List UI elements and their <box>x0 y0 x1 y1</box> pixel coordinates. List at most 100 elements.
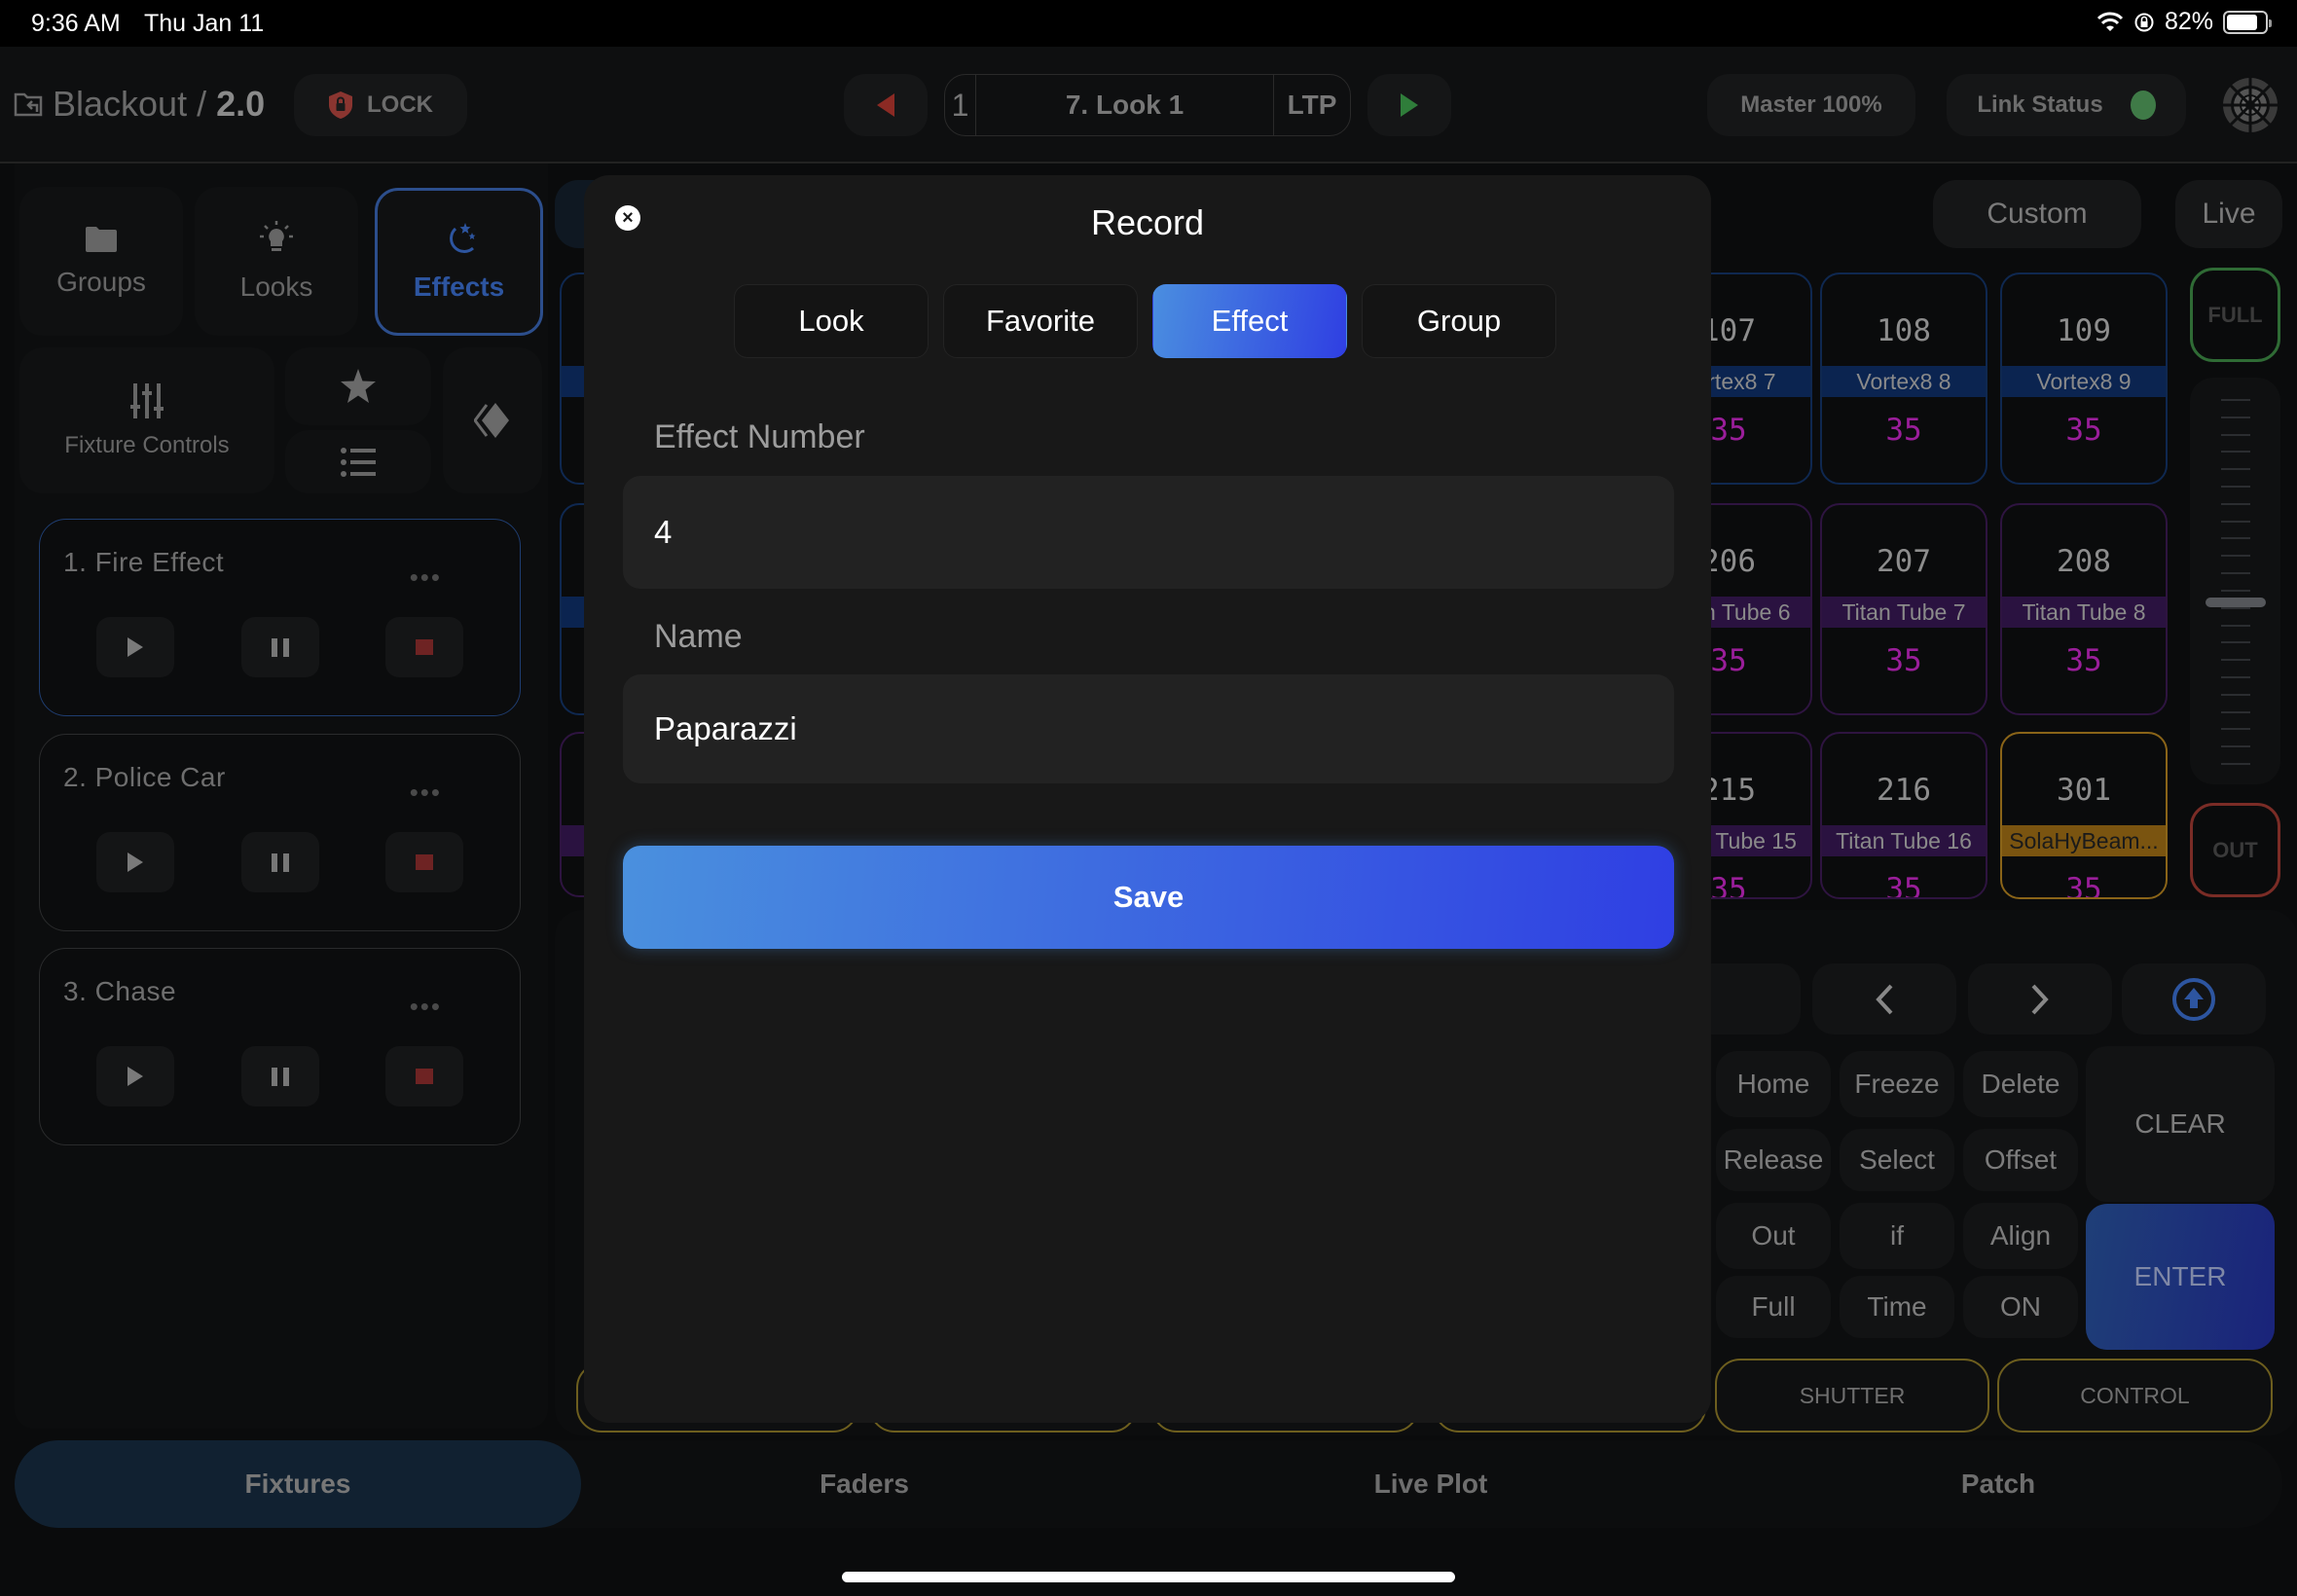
cue-mode: LTP <box>1287 90 1337 120</box>
effect-number-field[interactable]: 4 <box>623 476 1674 589</box>
sidebar-tile-fixture-controls[interactable]: Fixture Controls <box>19 347 274 493</box>
record-tab-favorite[interactable]: Favorite <box>943 284 1138 358</box>
folder-icon <box>86 226 117 252</box>
fader-out-button[interactable]: OUT <box>2190 803 2280 897</box>
stop-effect-button[interactable] <box>385 1046 463 1106</box>
lock-button[interactable]: LOCK <box>294 74 467 136</box>
fixture-tile[interactable]: 207 Titan Tube 7 35 <box>1820 503 1987 715</box>
fixture-number: 208 <box>2057 544 2111 579</box>
fixture-tile[interactable]: 301 SolaHyBeam... 35 <box>2000 732 2168 899</box>
stop-icon <box>416 854 433 870</box>
fixture-tile[interactable]: 216 Titan Tube 16 35 <box>1820 732 1987 899</box>
keypad-key-freeze[interactable]: Freeze <box>1840 1051 1954 1117</box>
clear-button[interactable]: CLEAR <box>2086 1046 2275 1202</box>
fixture-tile[interactable]: 208 Titan Tube 8 35 <box>2000 503 2168 715</box>
keypad-key-delete[interactable]: Delete <box>1963 1051 2078 1117</box>
pause-effect-button[interactable] <box>241 617 319 677</box>
record-tab-effect[interactable]: Effect <box>1152 284 1347 358</box>
tile-label: Effects <box>413 272 505 302</box>
play-effect-button[interactable] <box>96 832 174 892</box>
fixture-value: 35 <box>1885 643 1922 678</box>
master-fader[interactable] <box>2190 378 2280 784</box>
previous-cue-button[interactable] <box>844 74 928 136</box>
keypad-key-on[interactable]: ON <box>1963 1276 2078 1338</box>
save-button[interactable]: Save <box>623 846 1674 949</box>
master-level-button[interactable]: Master 100% <box>1707 74 1915 136</box>
keypad-key-full[interactable]: Full <box>1716 1276 1831 1338</box>
play-effect-button[interactable] <box>96 617 174 677</box>
current-cue-name: 7. Look 1 <box>976 75 1274 135</box>
more-options-icon[interactable]: ••• <box>410 778 442 808</box>
sidebar-tile-favorites[interactable] <box>285 347 431 425</box>
tab-label: Live Plot <box>1373 1469 1488 1499</box>
name-label: Name <box>654 618 743 655</box>
tab-live-plot[interactable]: Live Plot <box>1148 1440 1714 1528</box>
enter-button[interactable]: ENTER <box>2086 1204 2275 1350</box>
tab-faders[interactable]: Faders <box>581 1440 1148 1528</box>
status-bar: 9:36 AM Thu Jan 11 82% <box>0 0 2297 47</box>
fixture-value: 35 <box>2065 643 2102 678</box>
keypad-key-align[interactable]: Align <box>1963 1203 2078 1269</box>
fixture-number: 301 <box>2057 773 2111 808</box>
shift-button[interactable] <box>2122 963 2266 1034</box>
cue-list-number: 1 <box>945 75 976 135</box>
fader-full-button[interactable]: FULL <box>2190 268 2280 362</box>
cursor-right-button[interactable] <box>1968 963 2112 1034</box>
tab-fixtures[interactable]: Fixtures <box>15 1440 581 1528</box>
keypad-key-out[interactable]: Out <box>1716 1203 1831 1269</box>
stop-effect-button[interactable] <box>385 832 463 892</box>
sidebar-tile-effects[interactable]: Effects <box>375 188 543 336</box>
home-indicator[interactable] <box>842 1572 1455 1582</box>
sidebar-tile-diamond[interactable] <box>443 347 542 493</box>
sidebar-tile-looks[interactable]: Looks <box>195 187 358 336</box>
fixture-tile[interactable]: 108 Vortex8 8 35 <box>1820 272 1987 485</box>
sidebar-tile-list[interactable] <box>285 430 431 493</box>
control-button[interactable]: CONTROL <box>1997 1359 2273 1433</box>
fader-handle[interactable] <box>2206 598 2266 608</box>
shutter-button[interactable]: SHUTTER <box>1715 1359 1989 1433</box>
effect-card[interactable]: 1. Fire Effect ••• <box>39 519 521 716</box>
more-options-icon[interactable]: ••• <box>410 562 442 593</box>
project-title[interactable]: Blackout / 2.0 <box>14 84 265 125</box>
cursor-left-button[interactable] <box>1812 963 1956 1034</box>
keypad-key-release[interactable]: Release <box>1716 1129 1831 1191</box>
effect-name: 2. Police Car <box>63 762 226 792</box>
orientation-lock-icon <box>2134 13 2154 31</box>
fixture-name: Vortex8 8 <box>1822 366 1986 397</box>
keypad-key-home[interactable]: Home <box>1716 1051 1831 1117</box>
effect-card[interactable]: 2. Police Car ••• <box>39 734 521 931</box>
arrow-up-circle-icon <box>2172 977 2215 1021</box>
cue-display[interactable]: 1 7. Look 1 LTP <box>944 74 1351 136</box>
next-cue-button[interactable] <box>1367 74 1451 136</box>
custom-view-button[interactable]: Custom <box>1933 180 2141 248</box>
battery-percent: 82% <box>2164 8 2213 35</box>
stop-effect-button[interactable] <box>385 617 463 677</box>
record-tab-group[interactable]: Group <box>1362 284 1556 358</box>
pause-icon <box>272 852 289 872</box>
pause-effect-button[interactable] <box>241 1046 319 1106</box>
clear-label: CLEAR <box>2134 1108 2226 1139</box>
more-options-icon[interactable]: ••• <box>410 992 442 1022</box>
star-icon <box>341 369 376 403</box>
keypad-key-time[interactable]: Time <box>1840 1276 1954 1338</box>
record-tab-look[interactable]: Look <box>734 284 929 358</box>
pause-icon <box>272 637 289 657</box>
stop-icon <box>416 1069 433 1084</box>
status-date: Thu Jan 11 <box>144 10 265 37</box>
keypad-key-if[interactable]: if <box>1840 1203 1954 1269</box>
fixture-number: 108 <box>1877 313 1931 348</box>
link-status-button[interactable]: Link Status <box>1947 74 2186 136</box>
pause-effect-button[interactable] <box>241 832 319 892</box>
sidebar-tile-groups[interactable]: Groups <box>19 187 183 336</box>
name-field[interactable]: Paparazzi <box>623 674 1674 783</box>
key-label: Release <box>1723 1144 1824 1175</box>
play-effect-button[interactable] <box>96 1046 174 1106</box>
keypad-key-select[interactable]: Select <box>1840 1129 1954 1191</box>
fader-tick <box>2221 745 2250 748</box>
tab-patch[interactable]: Patch <box>1714 1440 2282 1528</box>
fixture-tile[interactable]: 109 Vortex8 9 35 <box>2000 272 2168 485</box>
effect-card[interactable]: 3. Chase ••• <box>39 948 521 1145</box>
keypad-key-offset[interactable]: Offset <box>1963 1129 2078 1191</box>
app-logo-icon[interactable] <box>2221 76 2279 134</box>
live-view-button[interactable]: Live <box>2175 180 2282 248</box>
